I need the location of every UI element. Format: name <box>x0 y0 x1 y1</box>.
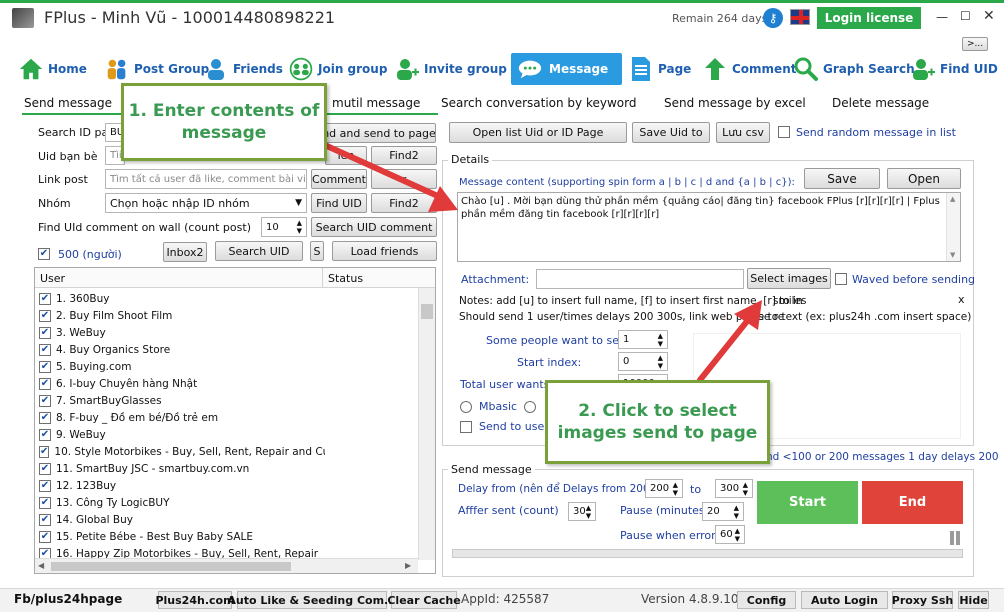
arrow-1-line <box>315 139 443 200</box>
arrow-2-head <box>734 300 762 330</box>
callout-select-images: 2. Click to select images send to page <box>545 380 770 464</box>
arrow-2-line <box>697 317 751 383</box>
callout-enter-message: 1. Enter contents of message <box>121 83 327 161</box>
arrow-1-head <box>428 186 458 212</box>
